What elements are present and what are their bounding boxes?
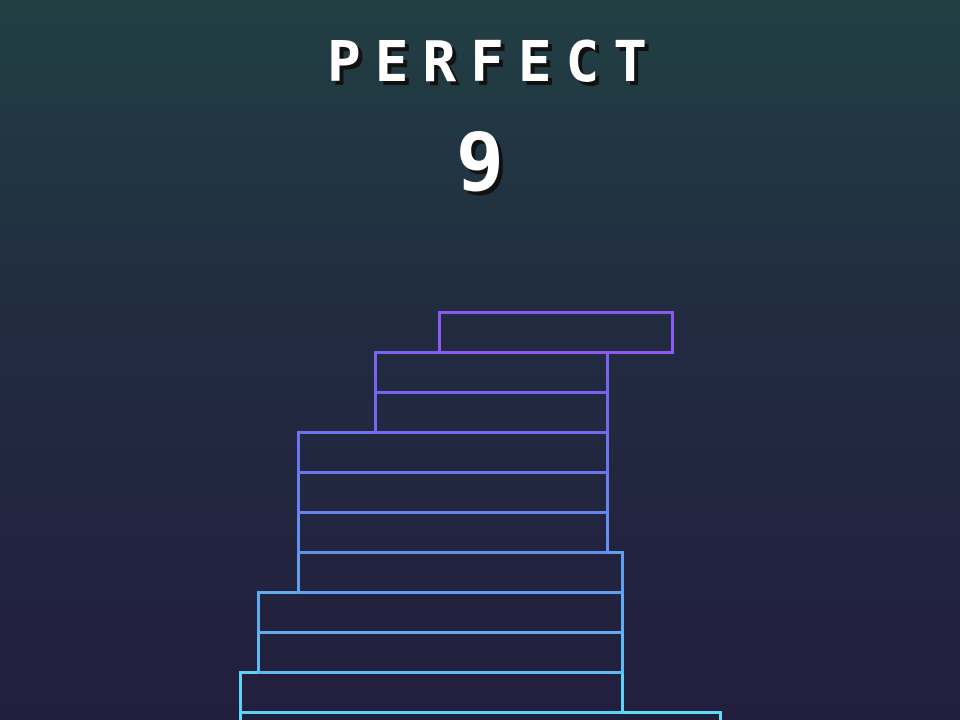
block-tower[interactable]: [0, 0, 960, 720]
tower-block: [374, 351, 609, 394]
game-screen[interactable]: PERFECT 9: [0, 0, 960, 720]
tower-block: [239, 671, 624, 714]
tower-block: [297, 551, 624, 594]
tower-block: [297, 471, 609, 514]
tower-block: [297, 431, 609, 474]
tower-block: [257, 591, 624, 634]
tower-block: [257, 631, 624, 674]
tower-block: [297, 511, 609, 554]
moving-block[interactable]: [438, 311, 674, 354]
tower-block: [374, 391, 609, 434]
